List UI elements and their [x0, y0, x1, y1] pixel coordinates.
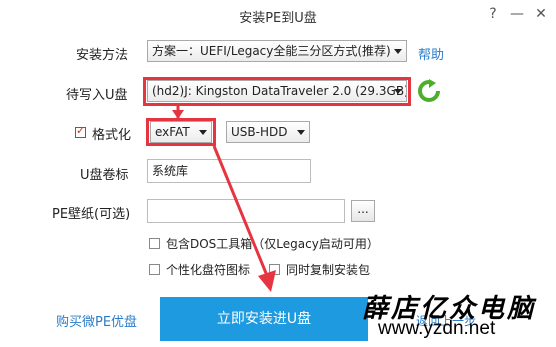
dos-toolbox-checkbox[interactable]: [149, 238, 160, 249]
custom-icon-checkbox[interactable]: [149, 264, 160, 275]
arrow-1-head: [172, 110, 184, 119]
dos-toolbox-label: 包含DOS工具箱（仅Legacy启动可用）: [166, 237, 379, 251]
browse-button[interactable]: ...: [351, 200, 375, 222]
filesystem-select[interactable]: exFAT: [150, 121, 212, 143]
install-button[interactable]: 立即安装进U盘: [160, 297, 368, 341]
install-method-value: 方案一：UEFI/Legacy全能三分区方式(推荐): [152, 44, 391, 58]
format-checkbox[interactable]: [75, 124, 86, 138]
help-link[interactable]: 帮助: [418, 44, 444, 63]
minimize-button[interactable]: —: [506, 4, 528, 24]
chevron-down-icon: [394, 89, 402, 94]
copy-package-checkbox[interactable]: [269, 264, 280, 275]
chevron-down-icon: [394, 49, 402, 54]
format-label: 格式化: [92, 128, 132, 143]
boot-mode-select[interactable]: USB-HDD: [226, 121, 310, 143]
title-bar: 安装PE到U盘 ? — ✕: [0, 0, 556, 32]
watermark-url: www.yzdn.net: [378, 318, 496, 339]
window-title: 安装PE到U盘: [239, 11, 317, 26]
close-button[interactable]: ✕: [530, 4, 552, 24]
copy-package-label: 同时复制安装包: [286, 263, 371, 277]
installer-window: 安装PE到U盘 ? — ✕ 安装方法 方案一：UEFI/Legacy全能三分区方…: [0, 0, 556, 347]
volume-label: U盘卷标: [80, 168, 129, 183]
install-method-select[interactable]: 方案一：UEFI/Legacy全能三分区方式(推荐): [147, 40, 407, 62]
target-usb-value: (hd2)J: Kingston DataTraveler 2.0 (29.3G…: [152, 84, 406, 98]
help-title-button[interactable]: ?: [482, 4, 504, 24]
custom-icon-label: 个性化盘符图标: [166, 263, 251, 277]
chevron-down-icon: [199, 130, 207, 135]
wallpaper-label: PE壁纸(可选): [52, 207, 131, 222]
target-usb-select[interactable]: (hd2)J: Kingston DataTraveler 2.0 (29.3G…: [147, 80, 407, 102]
volume-input[interactable]: 系统库: [147, 159, 311, 183]
chevron-down-icon: [297, 130, 305, 135]
install-method-label: 安装方法: [76, 48, 129, 63]
refresh-icon[interactable]: [417, 79, 441, 103]
buy-link[interactable]: 购买微PE优盘: [56, 311, 137, 330]
target-usb-label: 待写入U盘: [66, 88, 128, 103]
wallpaper-input[interactable]: [147, 199, 345, 223]
